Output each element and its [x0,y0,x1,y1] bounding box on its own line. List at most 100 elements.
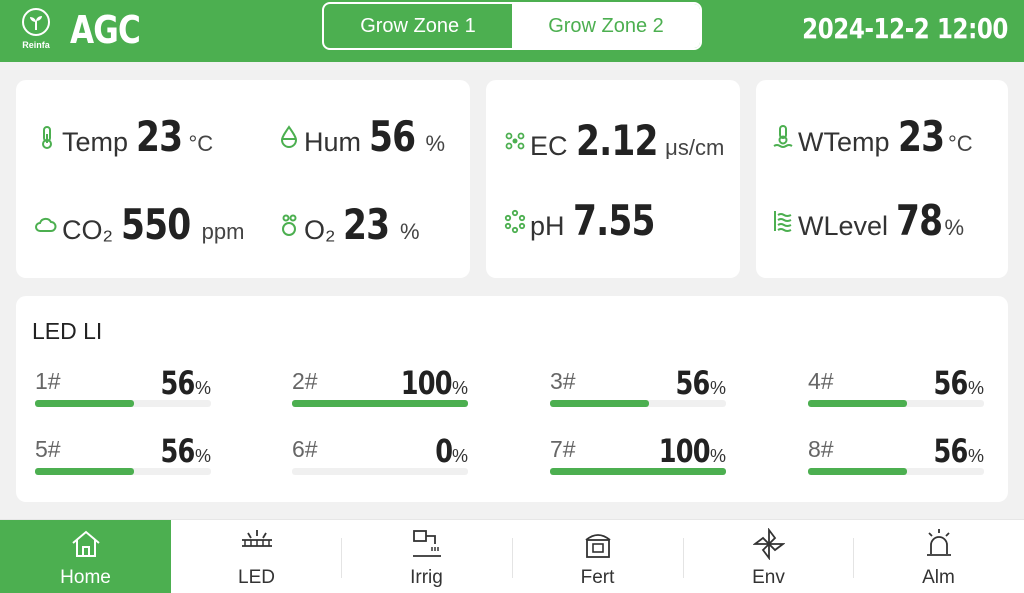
led-channel-label: 5# [35,436,61,462]
temp-label: Temp [62,127,129,157]
nav-led[interactable]: LED [171,520,342,593]
led-channel-label: 1# [35,368,61,394]
led-progress-track [550,400,726,407]
hum-reading: Hum 56 % [278,112,445,161]
o2-value: 23 [343,200,390,249]
tab-grow-zone-1[interactable]: Grow Zone 1 [324,4,512,48]
led-channel-percent: 56% [152,364,211,402]
led-channel-label: 8# [808,436,834,462]
led-progress-track [35,468,211,475]
nutrient-card [486,80,740,278]
hum-label: Hum [304,127,362,157]
ec-reading: EC 2.12 μs/cm [504,116,724,165]
wlevel-value: 78 [896,196,943,245]
led-progress-fill [808,400,907,407]
percent-sign: % [194,378,211,398]
datetime: 2024-12-2 12:00 [802,12,1008,45]
ec-unit: μs/cm [665,135,725,160]
led-channel-4: 4# 56% [808,364,984,414]
wtemp-label: WTemp [798,127,890,157]
led-progress-track [292,400,468,407]
nav-irrig[interactable]: Irrig [341,520,512,593]
app-title: AGC [70,8,141,52]
percent-sign: % [451,446,468,466]
wlevel-unit: % [944,215,965,240]
water-thermometer-icon [773,124,793,148]
o2-label: O₂ [304,215,336,245]
wtemp-unit: °C [947,131,973,156]
water-level-icon [774,210,792,232]
reinfa-logo: Reinfa [14,6,58,54]
percent-sign: % [967,378,984,398]
led-channel-5: 5# 56% [35,432,211,482]
led-progress-track [550,468,726,475]
led-channel-label: 4# [808,368,834,394]
temp-unit: °C [188,131,214,156]
temp-reading: Temp 23 °C [36,112,213,161]
ph-value: 7.55 [572,196,656,245]
led-channel-label: 7# [550,436,576,462]
ph-dots-icon [504,209,526,233]
led-channel-label: 2# [292,368,318,394]
led-channel-value: 56 [675,364,711,402]
led-channel-2: 2# 100% [292,364,468,414]
led-channel-value: 100 [400,364,453,402]
co2-unit: ppm [201,219,245,244]
led-progress-track [808,400,984,407]
percent-sign: % [451,378,468,398]
nav-home-label: Home [60,567,111,588]
led-channel-percent: 56% [667,364,726,402]
nav-alm-label: Alm [922,567,955,588]
led-channel-label: 3# [550,368,576,394]
brand-name: Reinfa [22,40,50,50]
led-progress-track [35,400,211,407]
led-channel-value: 56 [160,364,196,402]
nav-env-label: Env [752,567,785,588]
fan-icon [753,528,785,560]
wtemp-value: 23 [897,112,945,161]
led-channel-percent: 56% [152,432,211,470]
app-header: Reinfa AGC Grow Zone 1 Grow Zone 2 2024-… [0,0,1024,62]
nav-led-label: LED [238,567,275,588]
zone-switcher: Grow Zone 1 Grow Zone 2 [322,2,702,50]
sprout-icon [22,8,50,36]
nav-env[interactable]: Env [683,520,854,593]
led-channel-value: 56 [160,432,196,470]
ec-value: 2.12 [575,116,659,165]
led-channel-percent: 100% [388,364,468,402]
co2-reading: CO₂ 550 ppm [32,200,244,249]
nav-home[interactable]: Home [0,520,171,593]
droplet-icon [280,124,298,148]
bubbles-icon [282,214,297,236]
o2-unit: % [399,219,420,244]
led-progress-fill [35,400,134,407]
led-channel-3: 3# 56% [550,364,726,414]
led-channel-8: 8# 56% [808,432,984,482]
nav-alm[interactable]: Alm [853,520,1024,593]
led-channel-percent: 56% [925,364,984,402]
hum-unit: % [425,131,446,156]
tab-grow-zone-2[interactable]: Grow Zone 2 [512,4,700,48]
led-light-icon [242,530,272,547]
led-li-title: LED LI [32,318,103,344]
led-channel-value: 56 [933,364,969,402]
wlevel-label: WLevel [798,211,889,241]
led-channel-percent: 100% [646,432,726,470]
led-progress-track [808,468,984,475]
o2-reading: O₂ 23 % [278,200,420,249]
led-channel-label: 6# [292,436,318,462]
water-card [756,80,1008,278]
led-channel-value: 56 [933,432,969,470]
led-channel-7: 7# 100% [550,432,726,482]
ec-molecule-icon [505,132,525,149]
temp-value: 23 [136,112,183,161]
wtemp-reading: WTemp 23 °C [772,112,973,161]
thermometer-icon [42,125,52,149]
co2-label: CO₂ [62,215,113,245]
bottom-nav: Home LED Irrig Fert Env Alm [0,519,1024,593]
led-channel-value: 0 [434,432,453,470]
co2-value: 550 [120,200,191,249]
led-channel-1: 1# 56% [35,364,211,414]
nav-fert[interactable]: Fert [512,520,683,593]
led-progress-track [292,468,468,475]
